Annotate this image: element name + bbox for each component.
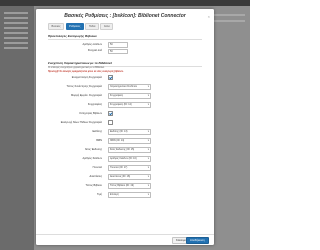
field-label: Γλώσσα: [92, 165, 102, 169]
form-row: Αριθμός σελίδων 50: [48, 42, 202, 48]
admin-top-bar: [0, 0, 250, 6]
tab-settings[interactable]: Ρυθμίσεις: [65, 23, 84, 30]
tab-basic[interactable]: Βασικές: [48, 23, 65, 30]
field-label: ISBN: [95, 138, 102, 142]
language-select[interactable]: Γλώσσα (ID: 17) ▾: [108, 165, 151, 171]
settings-modal: Βασικές Ρυθμίσεις : [bsklcon]: Biblionet…: [36, 9, 214, 245]
year-select[interactable]: Έτος Έκδοσης (ID: 15) ▾: [108, 147, 151, 153]
chevron-down-icon: ▾: [147, 193, 149, 196]
sidebar-item: [4, 27, 28, 29]
chevron-down-icon: ▾: [147, 139, 149, 142]
warning-note: Προσοχή! Οι αλλαγές εφαρμόζονται μόνο σε…: [48, 70, 124, 73]
select-value: Επιλογή: [110, 193, 119, 196]
form-row: Συγγραφέας Συγγραφέας (ID: 12) ▾: [48, 102, 202, 108]
items-per-input[interactable]: 50: [108, 48, 128, 55]
field-label: Στοιχεία ανά: [87, 49, 102, 53]
author-select[interactable]: Συγγραφέας (ID: 12) ▾: [108, 102, 151, 108]
field-label: Εκδότης: [92, 129, 102, 133]
field-label: Έτος Έκδοσης: [85, 147, 102, 151]
categories-checkbox[interactable]: [108, 111, 113, 117]
info-note: Οι επιλογές συσχετίζουν χαρακτηριστικά μ…: [48, 67, 105, 69]
form-row: Κατηγορίες Βιβλίων: [48, 111, 202, 117]
tab-other[interactable]: Άλλα: [100, 23, 114, 30]
chevron-down-icon: ▾: [147, 184, 149, 187]
tab-bar: Βασικές Ρυθμίσεις Πεδία Άλλα: [48, 23, 114, 30]
select-value: ISBN (ID: 14): [110, 139, 125, 142]
author-display-select[interactable]: Συγγραφέας ▾: [108, 93, 151, 99]
modal-title: Βασικές Ρυθμίσεις : [bsklcon]: Biblionet…: [64, 13, 186, 19]
field-label: Διαστάσεις: [89, 174, 102, 178]
chevron-down-icon: ▾: [147, 103, 149, 106]
form-row: Έτος Έκδοσης Έτος Έκδοσης (ID: 15) ▾: [48, 147, 202, 153]
dimensions-select[interactable]: Διαστάσεις (ID: 18) ▾: [108, 174, 151, 180]
field-label: Τύπος Συνάντησης Συγγραφέα: [66, 84, 102, 88]
chevron-down-icon: ▾: [147, 130, 149, 133]
field-label: Ενεργοποίηση Συγγραφέα: [71, 75, 102, 79]
book-type-select[interactable]: Τύπος Βιβλίου (ID: 19) ▾: [108, 183, 151, 189]
new-author-fields-checkbox[interactable]: [108, 120, 113, 126]
select-value: Συγγραφέας (ID: 12): [110, 103, 132, 106]
field-label: Τιμή: [96, 192, 102, 196]
select-value: Αριθμός Σελίδων (ID: 16): [110, 157, 137, 160]
sidebar-item: [4, 37, 28, 39]
chevron-down-icon: ▾: [147, 175, 149, 178]
field-label: Αριθμός σελίδων: [82, 42, 102, 46]
field-label: Εισαγωγή Νέων Πεδίων Συγγραφέα: [60, 120, 102, 124]
form-row: Διαστάσεις Διαστάσεις (ID: 18) ▾: [48, 174, 202, 180]
author-enable-checkbox[interactable]: [108, 75, 113, 81]
sidebar-item: [4, 42, 28, 44]
form-row: ISBN ISBN (ID: 14) ▾: [48, 138, 202, 144]
form-row: Τύπος Συνάντησης Συγγραφέα Χαρακτηριστικ…: [48, 84, 202, 90]
tab-fields[interactable]: Πεδία: [85, 23, 99, 30]
form-row: Γλώσσα Γλώσσα (ID: 17) ▾: [48, 165, 202, 171]
pages-input[interactable]: 50: [108, 42, 128, 48]
form-row: Εισαγωγή Νέων Πεδίων Συγγραφέα: [48, 120, 202, 126]
author-type-select[interactable]: Χαρακτηριστικό Σύνθετου ▾: [108, 84, 151, 90]
field-label: Τύπος Βιβλίου: [85, 183, 102, 187]
form-row: Αριθμός Σελίδων Αριθμός Σελίδων (ID: 16)…: [48, 156, 202, 162]
sidebar-item: [4, 12, 28, 14]
publisher-select[interactable]: Εκδότης (ID: 13) ▾: [108, 129, 151, 135]
select-value: Έτος Έκδοσης (ID: 15): [110, 148, 135, 151]
chevron-down-icon: ▾: [147, 157, 149, 160]
chevron-down-icon: ▾: [147, 166, 149, 169]
section-title-mapping: Συσχέτιση Χαρακτηριστικών με το Biblione…: [48, 61, 112, 65]
select-value: Συγγραφέας: [110, 94, 124, 97]
form-row: Τιμή Επιλογή ▾: [48, 192, 202, 198]
field-label: Κατηγορίες Βιβλίων: [79, 111, 102, 115]
sidebar-item: [4, 32, 28, 34]
chevron-down-icon: ▾: [147, 94, 149, 97]
form-row: Ενεργοποίηση Συγγραφέα: [48, 75, 202, 81]
field-label: Συγγραφέας: [87, 102, 102, 106]
form-row: Μορφή Εμφάν. Συγγραφέα Συγγραφέας ▾: [48, 93, 202, 99]
select-value: Χαρακτηριστικό Σύνθετου: [110, 85, 138, 88]
section-title-defaults: Προεπιλογές Εισαγωγής Βιβλίων: [48, 34, 97, 38]
form-row: Στοιχεία ανά 50: [48, 48, 202, 55]
chevron-down-icon: ▾: [147, 85, 149, 88]
field-label: Μορφή Εμφάν. Συγγραφέα: [71, 93, 102, 97]
sidebar-item: [4, 22, 28, 24]
field-label: Αριθμός Σελίδων: [82, 156, 102, 160]
chevron-down-icon: ▾: [147, 148, 149, 151]
pages-count-select[interactable]: Αριθμός Σελίδων (ID: 16) ▾: [108, 156, 151, 162]
form-row: Τύπος Βιβλίου Τύπος Βιβλίου (ID: 19) ▾: [48, 183, 202, 189]
sidebar-item: [4, 17, 28, 19]
close-icon[interactable]: ×: [208, 14, 210, 19]
form-row: Εκδότης Εκδότης (ID: 13) ▾: [48, 129, 202, 135]
select-value: Τύπος Βιβλίου (ID: 19): [110, 184, 134, 187]
select-value: Γλώσσα (ID: 17): [110, 166, 128, 169]
isbn-select[interactable]: ISBN (ID: 14) ▾: [108, 138, 151, 144]
select-value: Εκδότης (ID: 13): [110, 130, 128, 133]
select-value: Διαστάσεις (ID: 18): [110, 175, 131, 178]
sidebar-item: [4, 47, 28, 49]
save-button[interactable]: Αποθήκευση: [186, 237, 209, 244]
price-select[interactable]: Επιλογή ▾: [108, 192, 151, 198]
